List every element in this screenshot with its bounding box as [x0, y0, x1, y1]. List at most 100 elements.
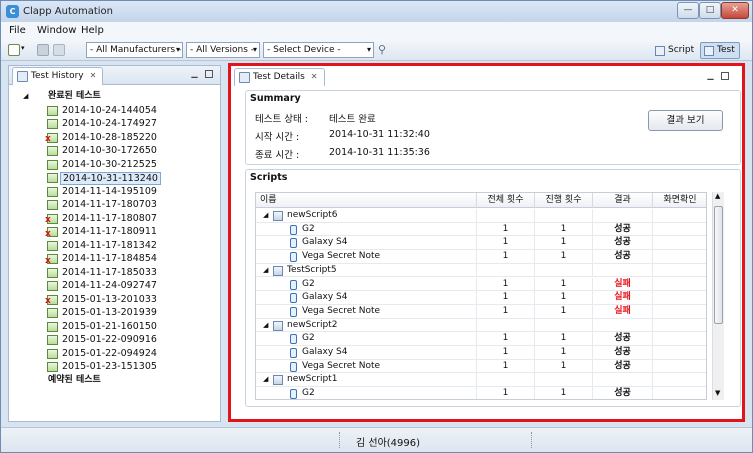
device-row[interactable]: Galaxy S4 1 1 성공 — [256, 346, 706, 360]
device-row[interactable]: Vega Secret Note 1 1 실패 — [256, 304, 706, 319]
group-label: 예약된 테스트 — [48, 374, 101, 385]
history-item[interactable]: 2014-10-24-144054 — [9, 104, 220, 118]
device-row[interactable]: G2 1 1 성공 — [256, 387, 706, 399]
screen-check-cell[interactable] — [653, 346, 706, 360]
script-row[interactable]: ◢ newScript6 — [256, 209, 706, 223]
screen-check-cell[interactable] — [653, 223, 706, 237]
empty-cell — [535, 209, 593, 223]
maximize-view-icon[interactable] — [721, 72, 729, 80]
minimize-button[interactable]: — — [677, 2, 699, 19]
history-item-label: 2014-10-24-144054 — [62, 104, 157, 116]
tab-test-details[interactable]: Test Details ✕ — [234, 68, 325, 86]
device-row[interactable]: Vega Secret Note 1 1 성공 — [256, 359, 706, 374]
history-item[interactable]: 2014-10-28-185220 — [9, 131, 220, 147]
menu-window[interactable]: Window — [37, 25, 76, 36]
history-item[interactable]: 2014-11-17-180703 — [9, 198, 220, 212]
menu-file[interactable]: File — [9, 25, 26, 36]
column-header[interactable]: 이름 — [256, 193, 477, 208]
close-tab-icon[interactable]: ✕ — [90, 71, 97, 80]
collapse-caret-icon[interactable]: ◢ — [263, 373, 268, 387]
menu-help[interactable]: Help — [81, 25, 104, 36]
perspective-script-button[interactable]: Script — [651, 42, 699, 59]
minimize-view-icon[interactable]: ▁ — [706, 72, 715, 81]
scrollbar-thumb[interactable] — [714, 206, 723, 324]
close-window-button[interactable]: ✕ — [721, 2, 749, 19]
empty-cell — [477, 263, 535, 278]
scripts-vertical-scrollbar[interactable]: ▲ ▼ — [712, 192, 724, 400]
test-fail-icon — [45, 254, 58, 268]
column-header[interactable]: 전체 횟수 — [477, 193, 535, 208]
minimize-view-icon[interactable]: ▁ — [190, 70, 199, 79]
device-row[interactable]: Galaxy S4 1 1 성공 — [256, 236, 706, 251]
close-tab-icon[interactable]: ✕ — [311, 72, 318, 81]
scroll-down-icon[interactable]: ▼ — [715, 389, 720, 397]
device-row[interactable]: G2 1 1 성공 — [256, 222, 706, 237]
script-file-icon — [273, 211, 283, 221]
test-pass-icon — [47, 362, 58, 372]
version-select[interactable]: - All Versions - ▾ — [186, 42, 260, 58]
collapse-caret-icon[interactable]: ◢ — [23, 90, 28, 104]
screen-check-cell[interactable] — [653, 360, 706, 374]
column-header[interactable]: 진행 횟수 — [535, 193, 593, 208]
script-row[interactable]: ◢ newScript1 — [256, 373, 706, 388]
view-result-button[interactable]: 결과 보기 — [648, 110, 723, 131]
collapse-caret-icon[interactable]: ◢ — [263, 264, 268, 278]
history-item[interactable]: 2015-01-23-151305 — [9, 360, 220, 374]
save-icon[interactable] — [37, 44, 49, 56]
phone-icon — [290, 348, 297, 358]
device-select[interactable]: - Select Device - ▾ — [263, 42, 374, 58]
history-item[interactable]: 2015-01-22-090916 — [9, 333, 220, 347]
maximize-view-icon[interactable] — [205, 70, 213, 78]
history-item[interactable]: 2015-01-21-160150 — [9, 320, 220, 334]
history-item[interactable]: 2014-11-14-195109 — [9, 185, 220, 199]
screen-check-cell[interactable] — [653, 305, 706, 319]
device-row[interactable]: Vega Secret Note 1 1 성공 — [256, 250, 706, 264]
screen-check-cell[interactable] — [653, 291, 706, 305]
connect-plug-icon[interactable]: ⚲ — [378, 43, 386, 56]
history-item[interactable]: 2015-01-13-201939 — [9, 306, 220, 320]
new-file-icon[interactable] — [8, 44, 20, 56]
screen-check-cell[interactable] — [653, 236, 706, 250]
history-item[interactable]: 2014-10-31-113240 — [9, 171, 220, 185]
tab-test-history[interactable]: Test History ✕ — [12, 67, 104, 85]
history-item[interactable]: 2014-10-30-172650 — [9, 144, 220, 158]
collapse-caret-icon[interactable]: ◢ — [263, 209, 268, 223]
test-pass-icon — [47, 240, 58, 251]
scripts-table-body: ◢ newScript6 G2 1 1 성공 Galaxy S4 1 1 성공 Vega Secre… — [256, 209, 706, 399]
new-dropdown-arrow-icon[interactable]: ▾ — [21, 44, 25, 52]
screen-check-cell[interactable] — [653, 387, 706, 399]
empty-cell — [535, 318, 593, 333]
done-count: 1 — [535, 250, 593, 264]
test-pass-icon — [47, 200, 58, 210]
history-item[interactable]: 2014-11-17-180911 — [9, 225, 220, 241]
history-item[interactable]: 2015-01-13-201033 — [9, 293, 220, 309]
status-separator — [531, 432, 532, 448]
column-header[interactable]: 결과 — [593, 193, 653, 208]
history-item[interactable]: 2014-11-24-092747 — [9, 279, 220, 293]
script-row[interactable]: ◢ newScript2 — [256, 318, 706, 333]
history-item[interactable]: 2014-11-17-185033 — [9, 266, 220, 280]
collapse-caret-icon[interactable]: ◢ — [263, 319, 268, 333]
history-item[interactable]: 2014-10-24-174927 — [9, 117, 220, 131]
device-row[interactable]: Galaxy S4 1 1 실패 — [256, 291, 706, 305]
history-item[interactable]: 2014-11-17-184854 — [9, 252, 220, 268]
history-item[interactable]: 2015-01-22-094924 — [9, 347, 220, 361]
tree-group-completed[interactable]: ◢ 완료된 테스트 — [9, 90, 220, 104]
history-item[interactable]: 2014-10-30-212525 — [9, 158, 220, 172]
scroll-up-icon[interactable]: ▲ — [715, 192, 720, 200]
screen-check-cell[interactable] — [653, 332, 706, 346]
column-header[interactable]: 화면확인 — [653, 193, 706, 208]
history-item-label: 2014-11-17-180911 — [62, 226, 157, 237]
perspective-test-button[interactable]: Test — [700, 42, 740, 59]
script-row[interactable]: ◢ TestScript5 — [256, 263, 706, 278]
save-all-icon[interactable] — [53, 44, 65, 56]
history-item[interactable]: 2014-11-17-180807 — [9, 212, 220, 228]
device-row[interactable]: G2 1 1 성공 — [256, 332, 706, 346]
screen-check-cell[interactable] — [653, 278, 706, 292]
manufacturer-select[interactable]: - All Manufacturers - ▾ — [86, 42, 183, 58]
device-row[interactable]: G2 1 1 실패 — [256, 277, 706, 292]
screen-check-cell[interactable] — [653, 250, 706, 264]
tree-group-reserved[interactable]: 예약된 테스트 — [9, 374, 220, 388]
maximize-button[interactable]: □ — [699, 2, 721, 19]
history-item[interactable]: 2014-11-17-181342 — [9, 239, 220, 253]
